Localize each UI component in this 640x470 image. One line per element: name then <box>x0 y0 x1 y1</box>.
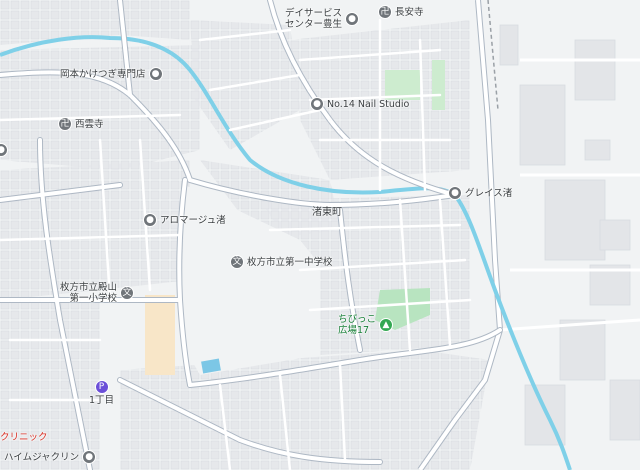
poi-label: ちびっこ 広場17 <box>338 314 376 336</box>
place-icon: ● <box>0 143 8 157</box>
poi-nail-studio[interactable]: ● No.14 Nail Studio <box>310 97 409 111</box>
poi-haim[interactable]: ハイムジャクリン ● <box>4 450 97 464</box>
temple-icon: 卍 <box>58 117 72 131</box>
poi-label: 枚方市立第一中学校 <box>247 256 333 268</box>
poi-label: 岡本かけつぎ専門店 <box>60 68 146 80</box>
park-strip <box>432 60 445 110</box>
shop-icon: ● <box>148 67 163 81</box>
poi-daycare[interactable]: デイサービス センター豊生 ● <box>285 8 360 30</box>
poi-label-line1: 枚方市立殿山 <box>60 282 118 293</box>
poi-clinic[interactable]: クリニック <box>0 432 48 443</box>
poi-aroma[interactable]: ● アロマージュ渚 <box>143 213 226 227</box>
school-icon: 文 <box>230 255 244 269</box>
poi-label: クリニック <box>0 432 48 443</box>
poi-label-line2: センター豊生 <box>285 19 343 30</box>
area-label: 渚東町 <box>312 207 342 218</box>
parking-icon: P <box>94 380 109 394</box>
poi-grace[interactable]: ● グレイス渚 <box>448 186 512 200</box>
poi-label: 長安寺 <box>395 6 424 18</box>
place-icon: ● <box>82 450 97 464</box>
poi-label-line2: 第一小学校 <box>69 293 118 304</box>
poi-chouanji[interactable]: 卍 長安寺 <box>378 5 424 19</box>
poi-label: グレイス渚 <box>465 187 513 199</box>
map-canvas[interactable]: 渚東町 岡本かけつぎ専門店 ● 卍 西雲寺 ● アロマージュ渚 デイサービス セ… <box>0 0 640 470</box>
place-icon: ● <box>310 97 324 111</box>
park-icon: ▲ <box>379 318 394 332</box>
poi-label: No.14 Nail Studio <box>327 98 410 110</box>
poi-label-line2: 広場17 <box>338 325 370 336</box>
poi-edge-west[interactable]: ● <box>0 143 8 157</box>
poi-parking[interactable]: P 1丁目 <box>89 380 114 406</box>
poi-okamoto[interactable]: 岡本かけつぎ専門店 ● <box>60 67 163 81</box>
poi-label-line1: ちびっこ <box>338 314 377 325</box>
poi-label: 西雲寺 <box>75 118 104 130</box>
poi-label: デイサービス センター豊生 <box>285 8 342 30</box>
school-icon: 文 <box>120 286 135 300</box>
industrial-buildings <box>499 24 640 446</box>
poi-junior-high[interactable]: 文 枚方市立第一中学校 <box>230 255 333 269</box>
poi-saiun-temple[interactable]: 卍 西雲寺 <box>58 117 104 131</box>
rail-dash <box>487 0 499 111</box>
place-icon: ● <box>143 213 157 227</box>
poi-label: 1丁目 <box>89 395 115 406</box>
elementary-school-grounds <box>145 295 175 375</box>
temple-icon: 卍 <box>378 5 392 19</box>
poi-elementary[interactable]: 枚方市立殿山 第一小学校 文 <box>60 282 135 304</box>
poi-label: アロマージュ渚 <box>160 214 226 226</box>
poi-label: ハイムジャクリン <box>4 451 80 463</box>
poi-label-line1: デイサービス <box>285 8 343 19</box>
poi-label: 枚方市立殿山 第一小学校 <box>60 282 117 304</box>
place-icon: ● <box>345 12 360 26</box>
place-icon: ● <box>448 186 462 200</box>
poi-park[interactable]: ちびっこ 広場17 ▲ <box>338 314 394 336</box>
